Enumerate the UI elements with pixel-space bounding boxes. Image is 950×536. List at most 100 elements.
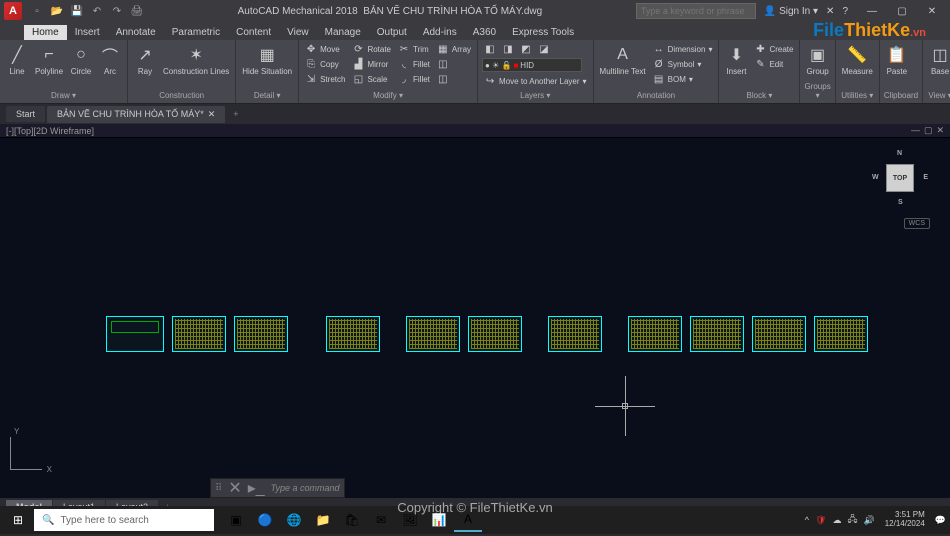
layer-btn2[interactable]: ◨ [500, 42, 516, 56]
layer-btn3[interactable]: ◩ [518, 42, 534, 56]
measure-button[interactable]: 📏Measure [840, 42, 875, 78]
ribbon-tab-parametric[interactable]: Parametric [164, 25, 228, 40]
ribbon-tab-view[interactable]: View [279, 25, 317, 40]
cmdline-handle-icon[interactable]: ⠿ [215, 483, 222, 494]
wcs-label[interactable]: WCS [904, 218, 930, 229]
app-logo[interactable]: A [4, 2, 22, 20]
panel-draw-label[interactable]: Draw ▾ [4, 90, 123, 101]
qat-print-icon[interactable]: 🖨 [130, 4, 144, 18]
panel-layers-label[interactable]: Layers ▾ [482, 90, 589, 101]
file-tab-start[interactable]: Start [6, 106, 45, 122]
ribbon-tab-output[interactable]: Output [369, 25, 415, 40]
vp-maximize-icon[interactable]: ▢ [924, 125, 933, 136]
qat-open-icon[interactable]: 📂 [50, 4, 64, 18]
panel-groups-label[interactable]: Groups ▾ [804, 81, 830, 101]
drawing-sheet[interactable] [172, 316, 226, 352]
signin-button[interactable]: 👤 Sign In ▾ [764, 6, 818, 17]
drawing-sheet[interactable] [234, 316, 288, 352]
ribbon-tab-annotate[interactable]: Annotate [108, 25, 164, 40]
rotate-button[interactable]: ⟳Rotate [350, 42, 393, 56]
taskbar-mail-icon[interactable]: ✉ [367, 508, 395, 532]
tray-onedrive-icon[interactable]: ☁ [832, 515, 841, 526]
tray-chevron-icon[interactable]: ^ [805, 515, 809, 525]
drawing-sheet[interactable] [690, 316, 744, 352]
ribbon-tab-home[interactable]: Home [24, 25, 67, 40]
qat-save-icon[interactable]: 💾 [70, 4, 84, 18]
taskbar-search[interactable]: 🔍 Type here to search [34, 509, 214, 531]
maximize-button[interactable]: ▢ [888, 1, 916, 21]
edit-block-button[interactable]: ✎Edit [752, 57, 795, 71]
arc-button[interactable]: ⌒Arc [97, 42, 123, 78]
taskbar-store-icon[interactable]: 🛍 [338, 508, 366, 532]
taskbar-copilot-icon[interactable]: 🔵 [251, 508, 279, 532]
circle-button[interactable]: ○Circle [68, 42, 94, 78]
viewcube-face[interactable]: TOP [886, 164, 914, 192]
tray-notifications-icon[interactable]: 💬 [935, 515, 946, 526]
panel-detail-label[interactable]: Detail ▾ [240, 90, 294, 101]
line-button[interactable]: ╱Line [4, 42, 30, 78]
help-search-input[interactable] [636, 3, 756, 19]
minimize-button[interactable]: — [858, 1, 886, 21]
command-prompt[interactable]: Type a command [271, 483, 340, 493]
viewport-label[interactable]: [-][Top][2D Wireframe] [6, 126, 94, 136]
drawing-sheet[interactable] [628, 316, 682, 352]
insert-button[interactable]: ⬇Insert [723, 42, 749, 78]
taskbar-photos-icon[interactable]: 🖼 [396, 508, 424, 532]
drawing-sheet[interactable] [406, 316, 460, 352]
layer-dropdown[interactable]: ● ☀ 🔓 ■ HID [482, 58, 582, 72]
close-button[interactable]: ✕ [918, 1, 946, 21]
qat-new-icon[interactable]: ▫ [30, 4, 44, 18]
panel-utilities-label[interactable]: Utilities ▾ [840, 90, 875, 101]
command-line[interactable]: ⠿ ✕ ▸_ Type a command [210, 478, 345, 498]
viewcube-s[interactable]: S [898, 199, 903, 206]
ribbon-tab-insert[interactable]: Insert [67, 25, 108, 40]
trim-button[interactable]: ✂Trim [396, 42, 432, 56]
taskbar-clock[interactable]: 3:51 PM 12/14/2024 [881, 511, 929, 529]
layer-btn1[interactable]: ◧ [482, 42, 498, 56]
layer-btn4[interactable]: ◪ [536, 42, 552, 56]
drawing-canvas[interactable]: N S E W TOP WCS Y X [0, 138, 950, 478]
file-tab-current[interactable]: BẢN VẼ CHU TRÌNH HÒA TỐ MÁY*✕ [47, 106, 225, 123]
drawing-sheet[interactable] [326, 316, 380, 352]
modify-misc2[interactable]: ◫ [435, 72, 473, 86]
help-icon[interactable]: ? [842, 6, 848, 17]
cmdline-chevron-icon[interactable]: ▸_ [248, 478, 265, 498]
tray-network-icon[interactable]: 🖧 [847, 512, 857, 528]
group-button[interactable]: ▣Group [804, 42, 830, 78]
panel-modify-label[interactable]: Modify ▾ [303, 90, 473, 101]
taskbar-app-icon[interactable]: 📊 [425, 508, 453, 532]
drawing-sheet[interactable] [468, 316, 522, 352]
ribbon-tab-express[interactable]: Express Tools [504, 25, 582, 40]
tray-shield-icon[interactable]: 🛡 [815, 515, 826, 526]
base-button[interactable]: ◫Base [927, 42, 950, 78]
ucs-icon[interactable]: Y X [10, 437, 42, 470]
hide-situation-button[interactable]: ▦Hide Situation [240, 42, 294, 78]
fillet-button[interactable]: ◟Fillet [396, 57, 432, 71]
qat-undo-icon[interactable]: ↶ [90, 4, 104, 18]
copy-button[interactable]: ⎘Copy [303, 57, 347, 71]
vp-minimize-icon[interactable]: — [911, 125, 920, 136]
drawing-sheet[interactable] [814, 316, 868, 352]
tray-volume-icon[interactable]: 🔊 [864, 515, 875, 526]
taskbar-explorer-icon[interactable]: 📁 [309, 508, 337, 532]
dimension-button[interactable]: ↔Dimension ▾ [651, 42, 715, 56]
drawing-sheet[interactable] [106, 316, 164, 352]
panel-view-label[interactable]: View ▾ [927, 90, 950, 101]
cmdline-close-icon[interactable]: ✕ [228, 478, 241, 498]
array-button[interactable]: ▦Array [435, 42, 473, 56]
task-view-icon[interactable]: ▣ [222, 508, 250, 532]
ribbon-tab-content[interactable]: Content [228, 25, 279, 40]
taskbar-edge-icon[interactable]: 🌐 [280, 508, 308, 532]
mirror-button[interactable]: ▟Mirror [350, 57, 393, 71]
ray-button[interactable]: ↗Ray [132, 42, 158, 78]
viewcube-w[interactable]: W [872, 174, 879, 181]
move-to-layer-button[interactable]: ↪Move to Another Layer ▾ [482, 74, 589, 88]
symbol-button[interactable]: ØSymbol ▾ [651, 57, 715, 71]
scale-button[interactable]: ◱Scale [350, 72, 393, 86]
view-cube[interactable]: N S E W TOP [870, 148, 930, 208]
construction-lines-button[interactable]: ✶Construction Lines [161, 42, 231, 78]
drawing-sheet[interactable] [752, 316, 806, 352]
create-block-button[interactable]: ✚Create [752, 42, 795, 56]
ribbon-tab-a360[interactable]: A360 [465, 25, 504, 40]
bom-button[interactable]: ▤BOM ▾ [651, 72, 715, 86]
